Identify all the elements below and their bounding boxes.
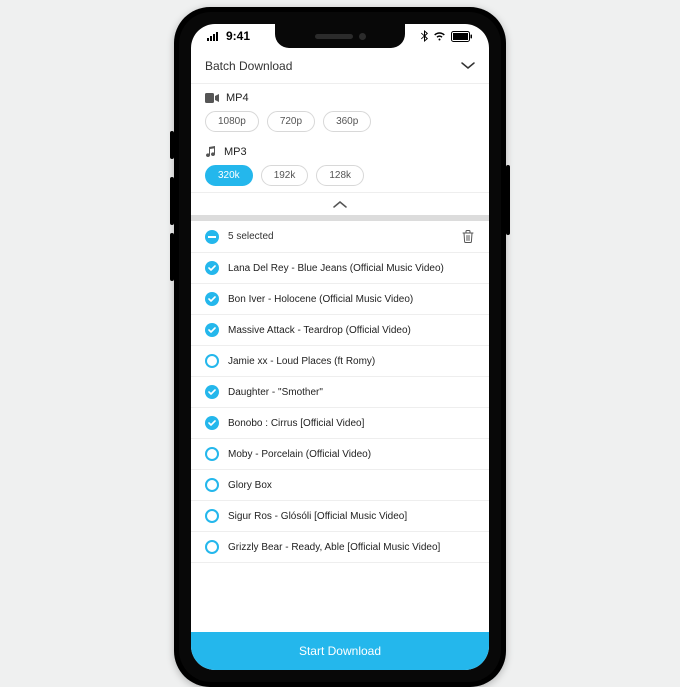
mp3-section: MP3 320k 192k 128k (191, 138, 489, 192)
status-time: 9:41 (226, 29, 250, 43)
track-row[interactable]: Daughter - "Smother" (191, 377, 489, 408)
phone-frame: 9:41 Batch Download MP4 1080p 720p 360p (174, 7, 506, 687)
track-title: Glory Box (228, 480, 272, 491)
track-title: Massive Attack - Teardrop (Official Vide… (228, 325, 411, 336)
quality-pill-192k[interactable]: 192k (261, 165, 309, 186)
mp3-label: MP3 (224, 146, 247, 158)
checkbox-unchecked-icon[interactable] (205, 478, 219, 492)
selection-count: 5 selected (228, 231, 452, 242)
track-title: Daughter - "Smother" (228, 387, 323, 398)
checkbox-unchecked-icon[interactable] (205, 354, 219, 368)
checkbox-checked-icon[interactable] (205, 323, 219, 337)
wifi-icon (433, 31, 446, 41)
checkbox-checked-icon[interactable] (205, 385, 219, 399)
checkbox-unchecked-icon[interactable] (205, 540, 219, 554)
bluetooth-icon (421, 30, 428, 42)
trash-icon[interactable] (461, 229, 475, 244)
deselect-all-icon[interactable] (205, 230, 219, 244)
side-button (170, 131, 174, 159)
track-row[interactable]: Bonobo : Cirrus [Official Video] (191, 408, 489, 439)
selection-row: 5 selected (191, 221, 489, 253)
mp4-label: MP4 (226, 92, 249, 104)
collapse-toggle[interactable] (191, 192, 489, 215)
track-row[interactable]: Sigur Ros - Glósóli [Official Music Vide… (191, 501, 489, 532)
track-row[interactable]: Jamie xx - Loud Places (ft Romy) (191, 346, 489, 377)
track-title: Bonobo : Cirrus [Official Video] (228, 418, 364, 429)
track-title: Sigur Ros - Glósóli [Official Music Vide… (228, 511, 407, 522)
track-title: Lana Del Rey - Blue Jeans (Official Musi… (228, 263, 444, 274)
checkbox-checked-icon[interactable] (205, 292, 219, 306)
side-button (170, 233, 174, 281)
screen: 9:41 Batch Download MP4 1080p 720p 360p (191, 24, 489, 670)
page-title: Batch Download (205, 59, 292, 73)
start-download-button[interactable]: Start Download (191, 632, 489, 670)
track-row[interactable]: Glory Box (191, 470, 489, 501)
quality-pill-360p[interactable]: 360p (323, 111, 371, 132)
checkbox-checked-icon[interactable] (205, 261, 219, 275)
checkbox-unchecked-icon[interactable] (205, 447, 219, 461)
notch (275, 24, 405, 48)
track-title: Jamie xx - Loud Places (ft Romy) (228, 356, 375, 367)
quality-pill-320k[interactable]: 320k (205, 165, 253, 186)
chevron-up-icon (333, 200, 347, 208)
checkbox-unchecked-icon[interactable] (205, 509, 219, 523)
video-icon (205, 93, 219, 103)
side-button (170, 177, 174, 225)
track-list: Lana Del Rey - Blue Jeans (Official Musi… (191, 253, 489, 563)
signal-icon (207, 31, 221, 41)
track-title: Moby - Porcelain (Official Video) (228, 449, 371, 460)
track-title: Grizzly Bear - Ready, Able [Official Mus… (228, 542, 440, 553)
quality-pill-720p[interactable]: 720p (267, 111, 315, 132)
track-row[interactable]: Bon Iver - Holocene (Official Music Vide… (191, 284, 489, 315)
checkbox-checked-icon[interactable] (205, 416, 219, 430)
header: Batch Download (191, 48, 489, 84)
quality-pill-128k[interactable]: 128k (316, 165, 364, 186)
quality-pill-1080p[interactable]: 1080p (205, 111, 259, 132)
track-title: Bon Iver - Holocene (Official Music Vide… (228, 294, 413, 305)
chevron-down-icon[interactable] (461, 62, 475, 70)
track-row[interactable]: Massive Attack - Teardrop (Official Vide… (191, 315, 489, 346)
track-row[interactable]: Moby - Porcelain (Official Video) (191, 439, 489, 470)
music-icon (205, 146, 217, 158)
side-button (506, 165, 510, 235)
battery-icon (451, 31, 473, 42)
start-download-label: Start Download (299, 644, 381, 658)
mp4-section: MP4 1080p 720p 360p (191, 84, 489, 138)
track-row[interactable]: Lana Del Rey - Blue Jeans (Official Musi… (191, 253, 489, 284)
